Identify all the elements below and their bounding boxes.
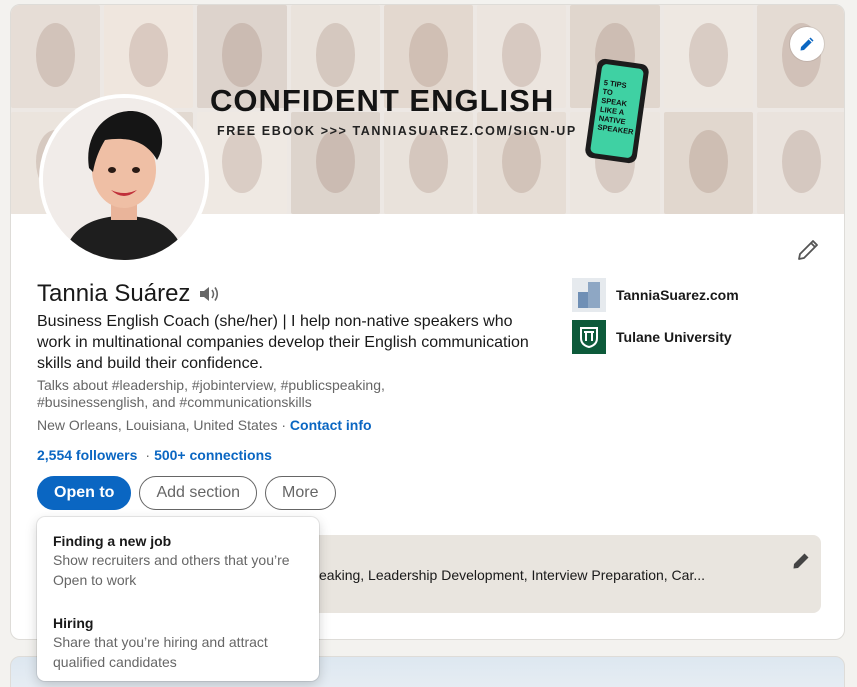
speaker-icon <box>200 287 219 301</box>
location-row: New Orleans, Louisiana, United States · … <box>37 417 372 433</box>
name-row: Tannia Suárez <box>37 280 220 308</box>
profile-actions: Open to Add section More <box>37 476 336 510</box>
edit-profile-button[interactable] <box>793 235 823 265</box>
menu-item-title: Hiring <box>53 615 94 631</box>
menu-item-hiring[interactable]: Hiring Share that you’re hiring and attr… <box>37 609 319 679</box>
pencil-icon <box>800 37 814 51</box>
affiliation-label: Tulane University <box>616 329 732 345</box>
pencil-icon <box>793 553 809 569</box>
talks-about: Talks about #leadership, #jobinterview, … <box>37 377 385 410</box>
profile-location: New Orleans, Louisiana, United States <box>37 417 278 433</box>
name-pronunciation-button[interactable] <box>198 285 220 303</box>
menu-item-description: Show recruiters and others that you’re O… <box>53 552 290 588</box>
affiliation-education[interactable]: Tulane University <box>572 320 739 354</box>
followers-link[interactable]: 2,554 followers <box>37 447 137 463</box>
affiliation-website[interactable]: TanniaSuarez.com <box>572 278 739 312</box>
avatar <box>43 98 205 260</box>
connections-link[interactable]: 500+ connections <box>154 447 272 463</box>
menu-item-title: Finding a new job <box>53 533 172 549</box>
network-stats: 2,554 followers · 500+ connections <box>37 447 272 463</box>
affiliations: TanniaSuarez.com Tulane University <box>572 278 739 362</box>
add-section-button[interactable]: Add section <box>139 476 258 510</box>
menu-item-finding-new-job[interactable]: Finding a new job Show recruiters and ot… <box>37 527 319 597</box>
open-to-services-text: c Speaking, Leadership Development, Inte… <box>291 567 706 583</box>
tulane-logo-icon <box>572 320 606 354</box>
profile-name: Tannia Suárez <box>37 280 191 307</box>
stats-separator: · <box>145 447 151 463</box>
affiliation-label: TanniaSuarez.com <box>616 287 739 303</box>
banner-subtitle: FREE EBOOK >>> TANNIASUAREZ.COM/SIGN-UP <box>217 124 577 138</box>
profile-photo[interactable] <box>39 94 209 264</box>
open-to-button[interactable]: Open to <box>37 476 132 510</box>
phone-screen-text: 5 TIPS TO SPEAK LIKE A NATIVE SPEAKER <box>589 63 645 159</box>
more-button[interactable]: More <box>265 476 336 510</box>
edit-open-to-button[interactable] <box>789 549 813 573</box>
website-logo-icon <box>572 278 606 312</box>
menu-item-description: Share that you’re hiring and attract qua… <box>53 634 268 670</box>
profile-headline: Business English Coach (she/her) | I hel… <box>37 313 529 372</box>
pencil-icon <box>798 240 818 260</box>
contact-info-link[interactable]: Contact info <box>290 417 372 433</box>
banner-title: CONFIDENT ENGLISH <box>210 83 555 118</box>
open-to-dropdown: Finding a new job Show recruiters and ot… <box>37 517 319 681</box>
edit-banner-button[interactable] <box>790 27 824 61</box>
location-separator: · <box>277 417 290 433</box>
